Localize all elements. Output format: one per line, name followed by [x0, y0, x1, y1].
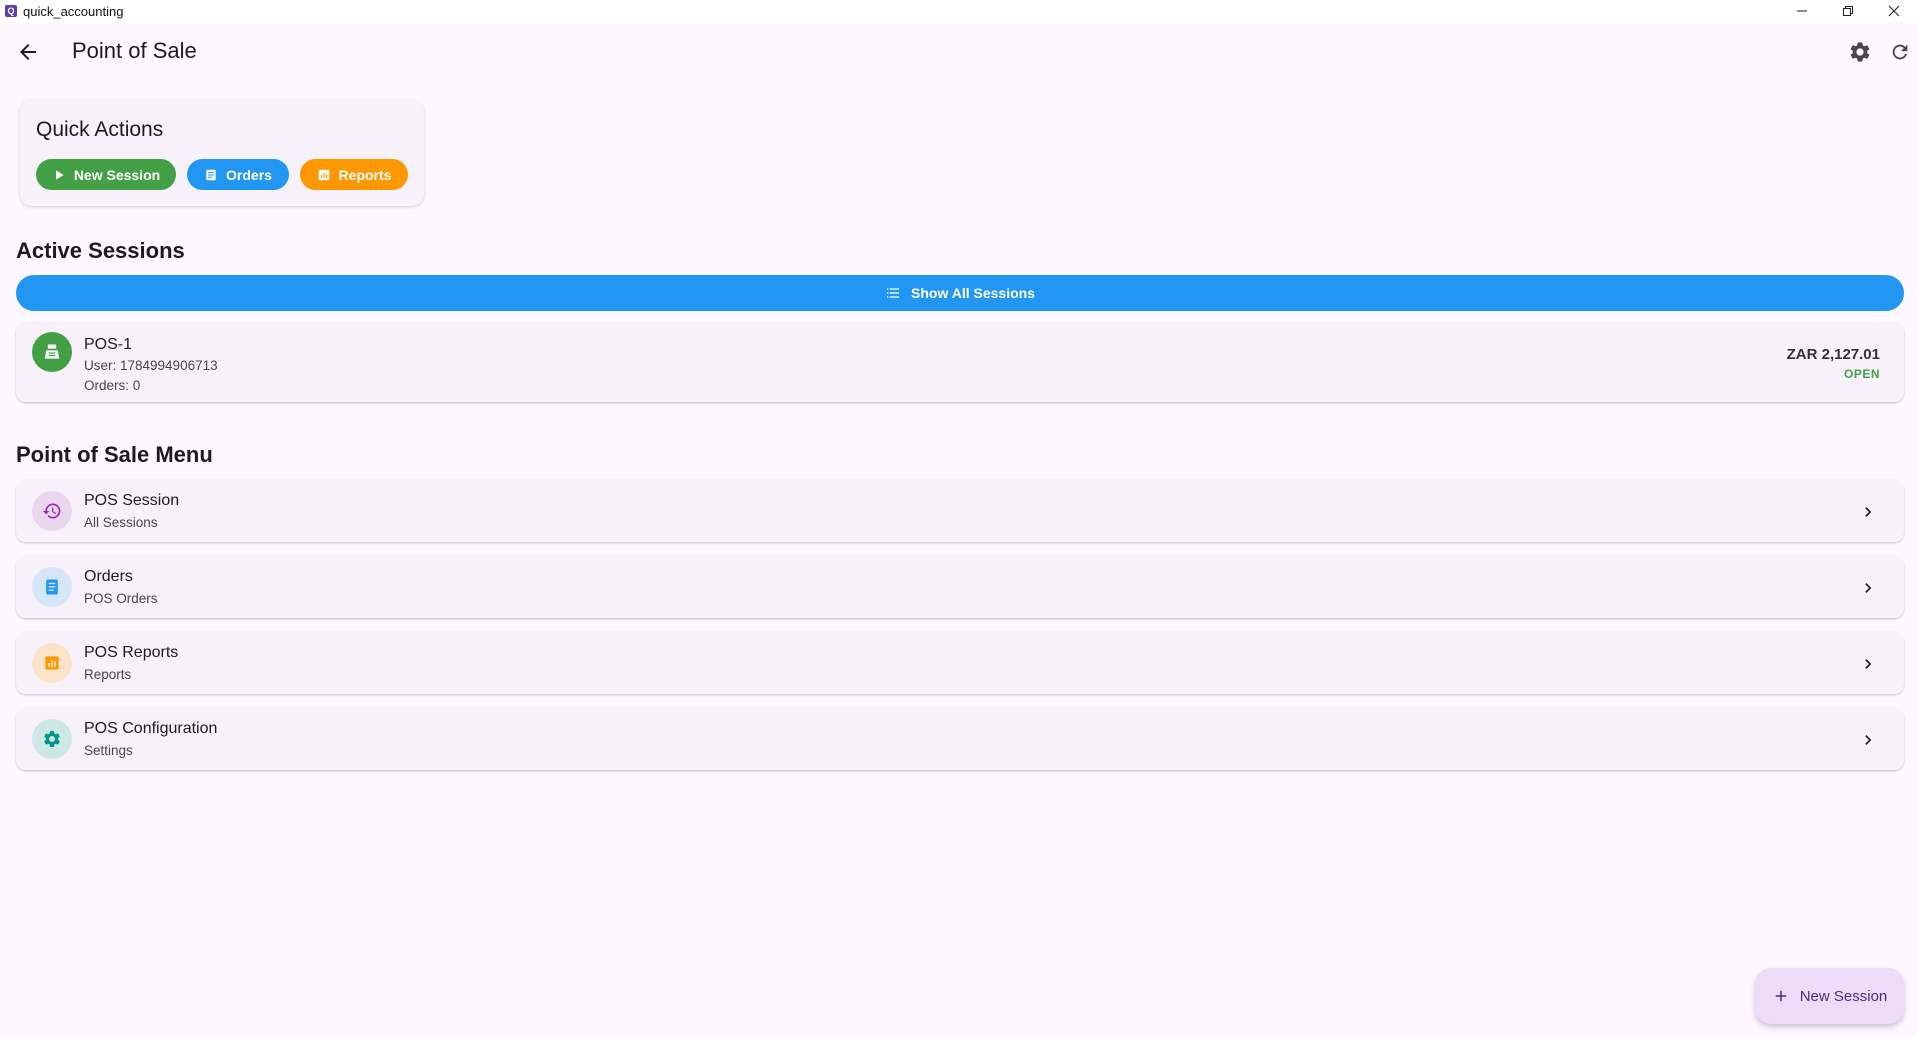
menu-item-subtitle: Settings: [84, 743, 133, 758]
window-title: quick_accounting: [23, 3, 124, 19]
new-session-fab-label: New Session: [1799, 987, 1888, 1005]
session-name: POS-1: [84, 336, 133, 353]
session-avatar: [32, 332, 72, 372]
pos-menu-heading: Point of Sale Menu: [16, 442, 213, 467]
chevron-right-icon: [1865, 583, 1872, 593]
menu-item-subtitle: All Sessions: [84, 515, 158, 530]
orders-button-label: Orders: [226, 166, 272, 183]
quick-actions-title: Quick Actions: [36, 118, 164, 141]
history-icon: [42, 503, 61, 519]
close-window-button[interactable]: [1871, 0, 1917, 22]
menu-item-title: POS Reports: [84, 644, 179, 661]
menu-item-pos-configuration[interactable]: POS Configuration Settings: [16, 708, 1904, 770]
restore-button[interactable]: [1825, 0, 1871, 22]
menu-item-avatar: [32, 643, 72, 683]
menu-item-pos-reports[interactable]: POS Reports Reports: [16, 632, 1904, 694]
back-button[interactable]: [14, 38, 42, 66]
app-bar: Point of Sale: [0, 22, 1917, 82]
receipt-icon: [206, 169, 216, 180]
new-session-fab[interactable]: New Session: [1755, 968, 1904, 1024]
window-title-bar: Q quick_accounting: [0, 0, 1917, 22]
new-session-button-label: New Session: [73, 166, 161, 183]
chevron-right-icon: [1865, 659, 1872, 669]
menu-item-subtitle: POS Orders: [84, 591, 158, 606]
menu-item-title: POS Session: [84, 492, 180, 509]
play-icon: [55, 169, 64, 180]
plus-icon: [1775, 990, 1786, 1002]
gear-icon: [1850, 42, 1870, 62]
minimize-icon: [1797, 10, 1807, 12]
cash-register-icon: [44, 344, 60, 359]
list-icon: [887, 288, 900, 298]
refresh-button[interactable]: [1886, 38, 1914, 66]
minimize-button[interactable]: [1779, 0, 1825, 22]
reports-button[interactable]: Reports: [300, 159, 408, 190]
session-card-pos-1[interactable]: POS-1 User: 1784994906713 Orders: 0 ZAR …: [16, 322, 1904, 402]
chevron-right-icon: [1865, 507, 1872, 517]
show-all-sessions-button[interactable]: Show All Sessions: [16, 275, 1904, 311]
receipt-icon: [46, 579, 58, 595]
arrow-back-icon: [20, 44, 36, 60]
app-logo-icon: Q: [5, 5, 17, 17]
settings-button[interactable]: [1846, 38, 1874, 66]
menu-item-pos-session[interactable]: POS Session All Sessions: [16, 480, 1904, 542]
menu-item-subtitle: Reports: [84, 667, 132, 682]
orders-button[interactable]: Orders: [187, 159, 289, 190]
quick-actions-card: Quick Actions New Session Orders Reports: [20, 100, 424, 206]
active-sessions-heading: Active Sessions: [16, 238, 185, 263]
new-session-button[interactable]: New Session: [36, 159, 176, 190]
close-icon: [1888, 5, 1900, 17]
menu-item-avatar: [32, 491, 72, 531]
menu-item-avatar: [32, 719, 72, 759]
page-title: Point of Sale: [72, 38, 197, 63]
session-user: User: 1784994906713: [84, 358, 218, 373]
menu-item-orders[interactable]: Orders POS Orders: [16, 556, 1904, 618]
restore-icon: [1843, 6, 1853, 16]
window-controls: [1779, 0, 1917, 22]
menu-item-title: POS Configuration: [84, 720, 218, 737]
session-amount: ZAR 2,127.01: [1786, 346, 1880, 363]
refresh-icon: [1892, 44, 1908, 60]
menu-item-title: Orders: [84, 568, 133, 585]
chevron-right-icon: [1865, 735, 1872, 745]
menu-item-avatar: [32, 567, 72, 607]
bar-chart-icon: [318, 169, 329, 180]
reports-button-label: Reports: [338, 166, 392, 183]
gear-icon: [44, 731, 60, 747]
session-status-badge: OPEN: [1843, 367, 1880, 381]
show-all-sessions-label: Show All Sessions: [911, 285, 1035, 301]
bar-chart-icon: [45, 656, 59, 670]
session-orders: Orders: 0: [84, 378, 141, 393]
